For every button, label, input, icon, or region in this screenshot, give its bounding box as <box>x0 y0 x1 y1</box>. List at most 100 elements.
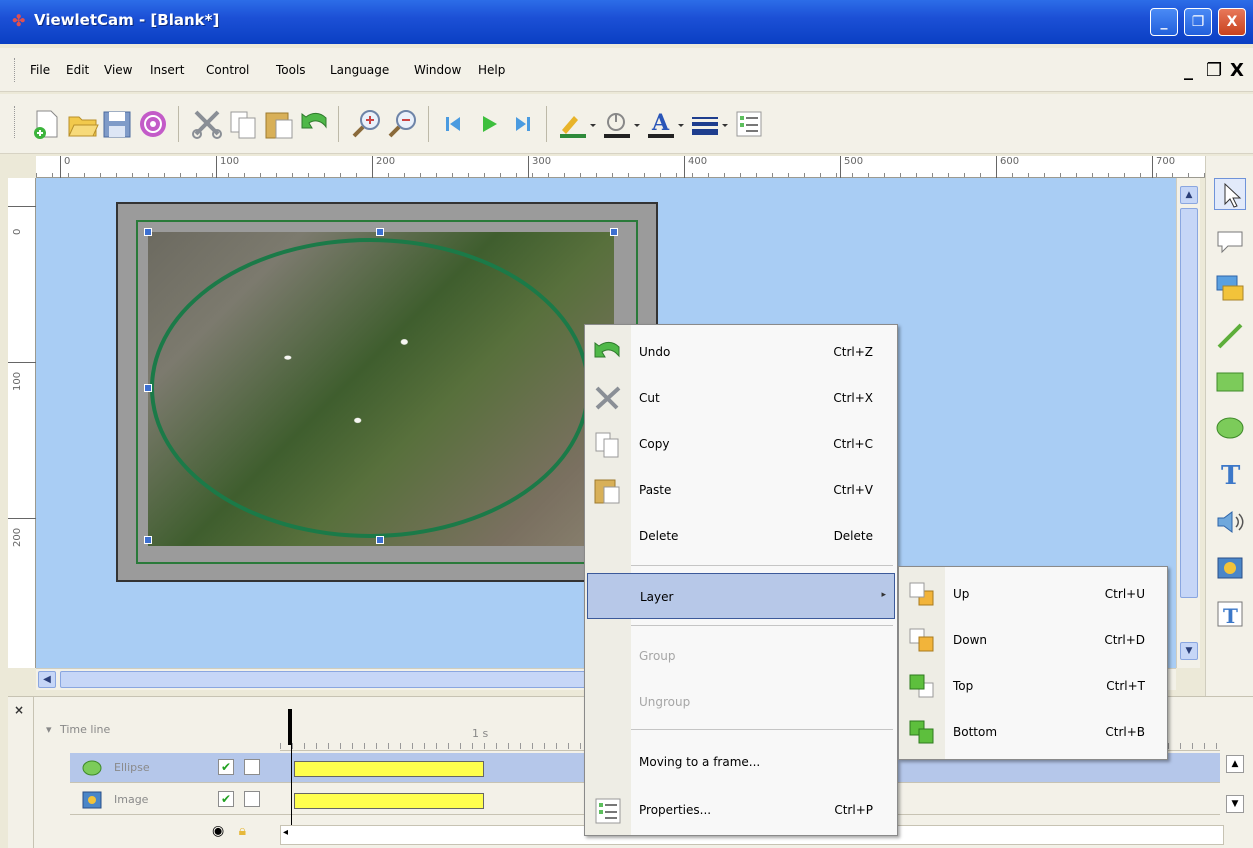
fill-color-icon[interactable] <box>600 108 642 140</box>
menu-file[interactable]: File <box>30 63 50 77</box>
scroll-up-button[interactable]: ▲ <box>1180 186 1198 204</box>
image-swap-icon[interactable] <box>1214 272 1246 304</box>
resize-handle[interactable] <box>144 384 152 392</box>
mdi-minimize-button[interactable]: _ <box>1184 60 1193 81</box>
lock-checkbox[interactable] <box>244 791 260 807</box>
resize-handle[interactable] <box>144 536 152 544</box>
first-frame-icon[interactable] <box>436 108 470 140</box>
ellipse-icon[interactable] <box>1214 412 1246 444</box>
layer-name[interactable]: Image <box>114 793 148 806</box>
ruler-label: 300 <box>528 156 551 178</box>
canvas-vertical-scrollbar[interactable]: ▲ ▼ <box>1176 178 1200 668</box>
mdi-close-button[interactable]: X <box>1230 60 1244 81</box>
chevron-down-icon[interactable]: ▾ <box>46 723 52 736</box>
menu-item-delete[interactable]: Delete Delete <box>585 513 897 559</box>
close-button[interactable]: X <box>1218 8 1246 36</box>
eye-icon[interactable]: ◉ <box>212 823 224 839</box>
paste-icon[interactable] <box>262 108 296 140</box>
select-icon[interactable] <box>1214 178 1246 210</box>
visible-checkbox[interactable]: ✔ <box>218 759 234 775</box>
line-width-icon[interactable] <box>688 108 730 140</box>
callout-icon[interactable] <box>1214 226 1246 258</box>
zoom-in-icon[interactable] <box>350 108 384 140</box>
menu-control[interactable]: Control <box>206 63 249 77</box>
menu-language[interactable]: Language <box>330 63 389 77</box>
menu-item-undo[interactable]: Undo Ctrl+Z <box>585 329 897 375</box>
menu-item-shortcut: Ctrl+C <box>833 437 873 451</box>
toolbar-grip[interactable] <box>14 106 17 138</box>
timeline-vertical-scrollbar[interactable]: ▲ ▼ <box>1224 751 1246 848</box>
menu-item-paste[interactable]: Paste Ctrl+V <box>585 467 897 513</box>
copy-icon[interactable] <box>226 108 260 140</box>
zoom-out-icon[interactable] <box>386 108 420 140</box>
menu-item-layer-bottom[interactable]: Bottom Ctrl+B <box>899 709 1167 755</box>
resize-handle[interactable] <box>376 228 384 236</box>
menu-help[interactable]: Help <box>478 63 505 77</box>
lock-icon[interactable]: 🔒︎ <box>239 823 246 839</box>
scroll-down-button[interactable]: ▼ <box>1180 642 1198 660</box>
menu-item-label: Down <box>953 633 988 647</box>
new-icon[interactable] <box>30 108 64 140</box>
last-frame-icon[interactable] <box>506 108 540 140</box>
ellipse-shape[interactable] <box>150 238 590 538</box>
menu-item-moving-to-frame[interactable]: Moving to a frame... <box>585 739 897 785</box>
resize-handle[interactable] <box>376 536 384 544</box>
image-icon[interactable] <box>1214 552 1246 584</box>
rectangle-icon[interactable] <box>1214 366 1246 398</box>
lock-checkbox[interactable] <box>244 759 260 775</box>
menu-edit[interactable]: Edit <box>66 63 89 77</box>
menu-item-layer-top[interactable]: Top Ctrl+T <box>899 663 1167 709</box>
visible-checkbox[interactable]: ✔ <box>218 791 234 807</box>
menu-item-shortcut: Ctrl+B <box>1105 725 1145 739</box>
scroll-down-button[interactable]: ▼ <box>1226 795 1244 813</box>
menu-item-shortcut: Delete <box>833 529 873 543</box>
play-icon[interactable] <box>472 108 506 140</box>
menu-item-layer-down[interactable]: Down Ctrl+D <box>899 617 1167 663</box>
cut-icon[interactable] <box>190 108 224 140</box>
open-icon[interactable] <box>66 108 100 140</box>
font-color-icon[interactable]: A <box>644 108 686 140</box>
timeline-bar[interactable] <box>294 793 484 809</box>
menu-item-layer-up[interactable]: Up Ctrl+U <box>899 571 1167 617</box>
menu-item-copy[interactable]: Copy Ctrl+C <box>585 421 897 467</box>
timeline-bar[interactable] <box>294 761 484 777</box>
scroll-left-button[interactable]: ◀ <box>38 671 56 688</box>
scroll-left-button[interactable]: ◂ <box>283 827 288 838</box>
line-icon[interactable] <box>1214 320 1246 352</box>
sound-icon[interactable] <box>1214 506 1246 538</box>
menu-item-label: Ungroup <box>639 695 691 709</box>
menu-window[interactable]: Window <box>414 63 461 77</box>
resize-handle[interactable] <box>610 228 618 236</box>
menu-insert[interactable]: Insert <box>150 63 184 77</box>
tool-palette: T T <box>1205 156 1253 696</box>
resize-handle[interactable] <box>144 228 152 236</box>
menu-item-layer[interactable]: Layer ▸ <box>587 573 895 619</box>
toolbar: A <box>0 94 1253 154</box>
minimize-button[interactable]: _ <box>1150 8 1178 36</box>
undo-icon[interactable] <box>298 108 332 140</box>
mdi-restore-button[interactable]: ❐ <box>1206 60 1222 81</box>
playhead[interactable] <box>288 709 292 745</box>
menu-tools[interactable]: Tools <box>276 63 306 77</box>
menu-item-properties[interactable]: Properties... Ctrl+P <box>585 787 897 833</box>
restore-button[interactable]: ❐ <box>1184 8 1212 36</box>
close-timeline-icon[interactable]: × <box>14 703 24 717</box>
text-box-icon[interactable]: T <box>1214 598 1246 630</box>
menu-item-cut[interactable]: Cut Ctrl+X <box>585 375 897 421</box>
menu-item-label: Properties... <box>639 803 712 817</box>
save-icon[interactable] <box>100 108 134 140</box>
menu-grip[interactable] <box>14 58 17 82</box>
menu-view[interactable]: View <box>104 63 132 77</box>
line-color-icon[interactable] <box>556 108 598 140</box>
window-title: ViewletCam - [Blank*] <box>34 11 220 29</box>
flower-image[interactable] <box>148 232 614 546</box>
scroll-up-button[interactable]: ▲ <box>1226 755 1244 773</box>
ruler-tick: 100 <box>8 362 36 391</box>
layer-name[interactable]: Ellipse <box>114 761 150 774</box>
scroll-thumb[interactable] <box>1180 208 1198 598</box>
text-icon[interactable]: T <box>1214 458 1246 491</box>
record-icon[interactable] <box>136 108 170 140</box>
properties-icon[interactable] <box>732 108 766 140</box>
timeline-header: ▾ Time line <box>42 707 282 751</box>
app-icon[interactable]: ✤ <box>12 13 28 29</box>
